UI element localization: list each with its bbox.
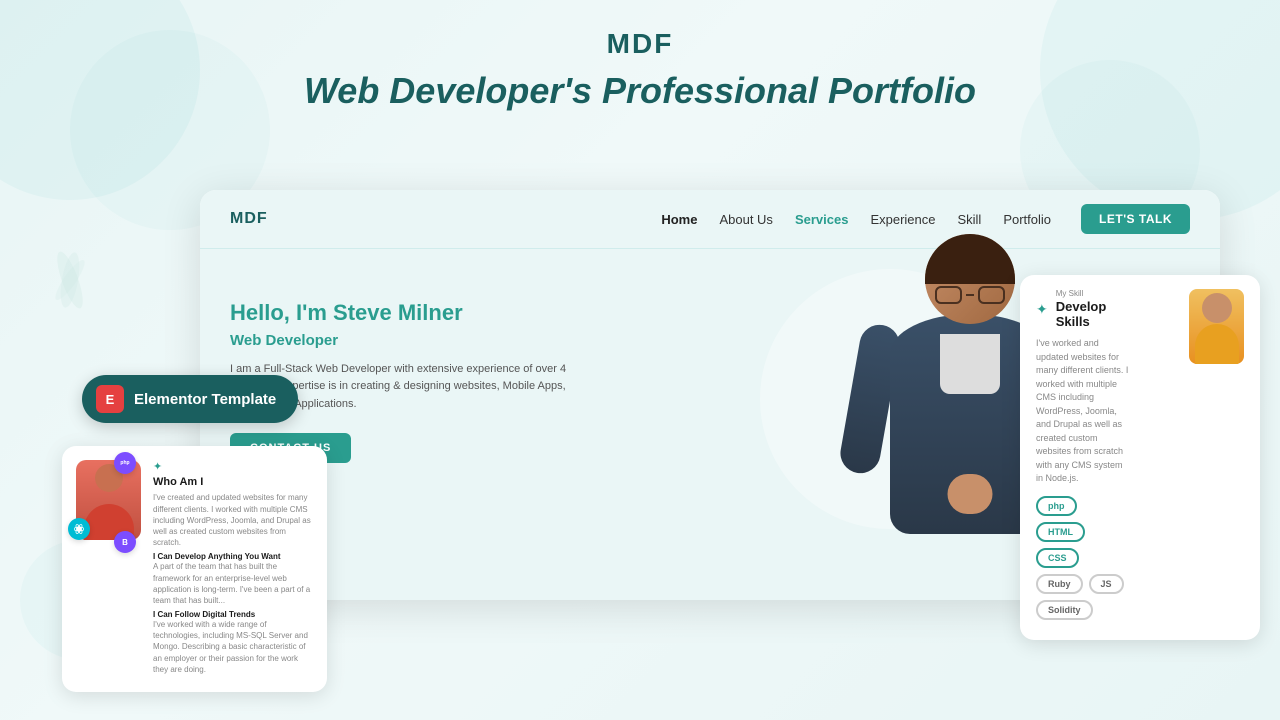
about-card-title: Who Am I bbox=[153, 476, 313, 488]
page-header: MDF Web Developer's Professional Portfol… bbox=[0, 0, 1280, 132]
nav-link-home[interactable]: Home bbox=[661, 212, 697, 227]
brand-logo: MDF bbox=[607, 28, 674, 60]
elementor-icon: E bbox=[96, 385, 124, 413]
hero-name: Steve Milner bbox=[333, 300, 463, 325]
elementor-badge: E Elementor Template bbox=[82, 375, 298, 423]
elementor-badge-label: Elementor Template bbox=[134, 391, 276, 408]
skill-css: CSS bbox=[1036, 548, 1079, 568]
skills-card-desc: I've worked and updated websites for man… bbox=[1036, 337, 1129, 486]
skill-ruby: Ruby bbox=[1036, 574, 1083, 594]
skill-tags-2: Ruby JS Solidity bbox=[1036, 574, 1129, 620]
skill-js: JS bbox=[1089, 574, 1124, 594]
about-card-section1: I Can Develop Anything You Want bbox=[153, 552, 313, 561]
skills-icon: ✦ bbox=[1036, 301, 1048, 318]
hero-role: Web Developer bbox=[230, 332, 570, 349]
skills-card-person bbox=[1189, 289, 1244, 364]
skills-card-header: ✦ My Skill Develop Skills bbox=[1036, 289, 1129, 329]
skill-solidity: Solidity bbox=[1036, 600, 1093, 620]
skills-card: ✦ My Skill Develop Skills I've worked an… bbox=[1020, 275, 1260, 640]
skill-html: HTML bbox=[1036, 522, 1085, 542]
about-card: php B ✦ Who Am I I've created and update… bbox=[62, 446, 327, 692]
skill-php: php bbox=[1036, 496, 1077, 516]
bubble-bootstrap: B bbox=[114, 531, 136, 553]
about-person-area: php B bbox=[76, 460, 141, 545]
greeting-pre: Hello, I'm bbox=[230, 300, 333, 325]
skills-subtitle: My Skill bbox=[1056, 289, 1129, 298]
nav-link-about[interactable]: About Us bbox=[719, 212, 772, 227]
hero-greeting: Hello, I'm Steve Milner bbox=[230, 299, 570, 328]
about-card-section2: I Can Follow Digital Trends bbox=[153, 610, 313, 619]
skill-tags: php HTML CSS bbox=[1036, 496, 1129, 568]
about-card-icon: ✦ bbox=[153, 460, 313, 473]
about-card-text1: I've created and updated websites for ma… bbox=[153, 492, 313, 548]
about-card-text3: I've worked with a wide range of technol… bbox=[153, 619, 313, 675]
skills-card-title: Develop Skills bbox=[1056, 299, 1129, 329]
about-card-text2: A part of the team that has built the fr… bbox=[153, 561, 313, 606]
about-card-content: ✦ Who Am I I've created and updated webs… bbox=[153, 460, 313, 678]
deco-plant bbox=[30, 220, 110, 315]
page-title: Web Developer's Professional Portfolio bbox=[304, 70, 976, 112]
nav-brand: MDF bbox=[230, 210, 268, 228]
